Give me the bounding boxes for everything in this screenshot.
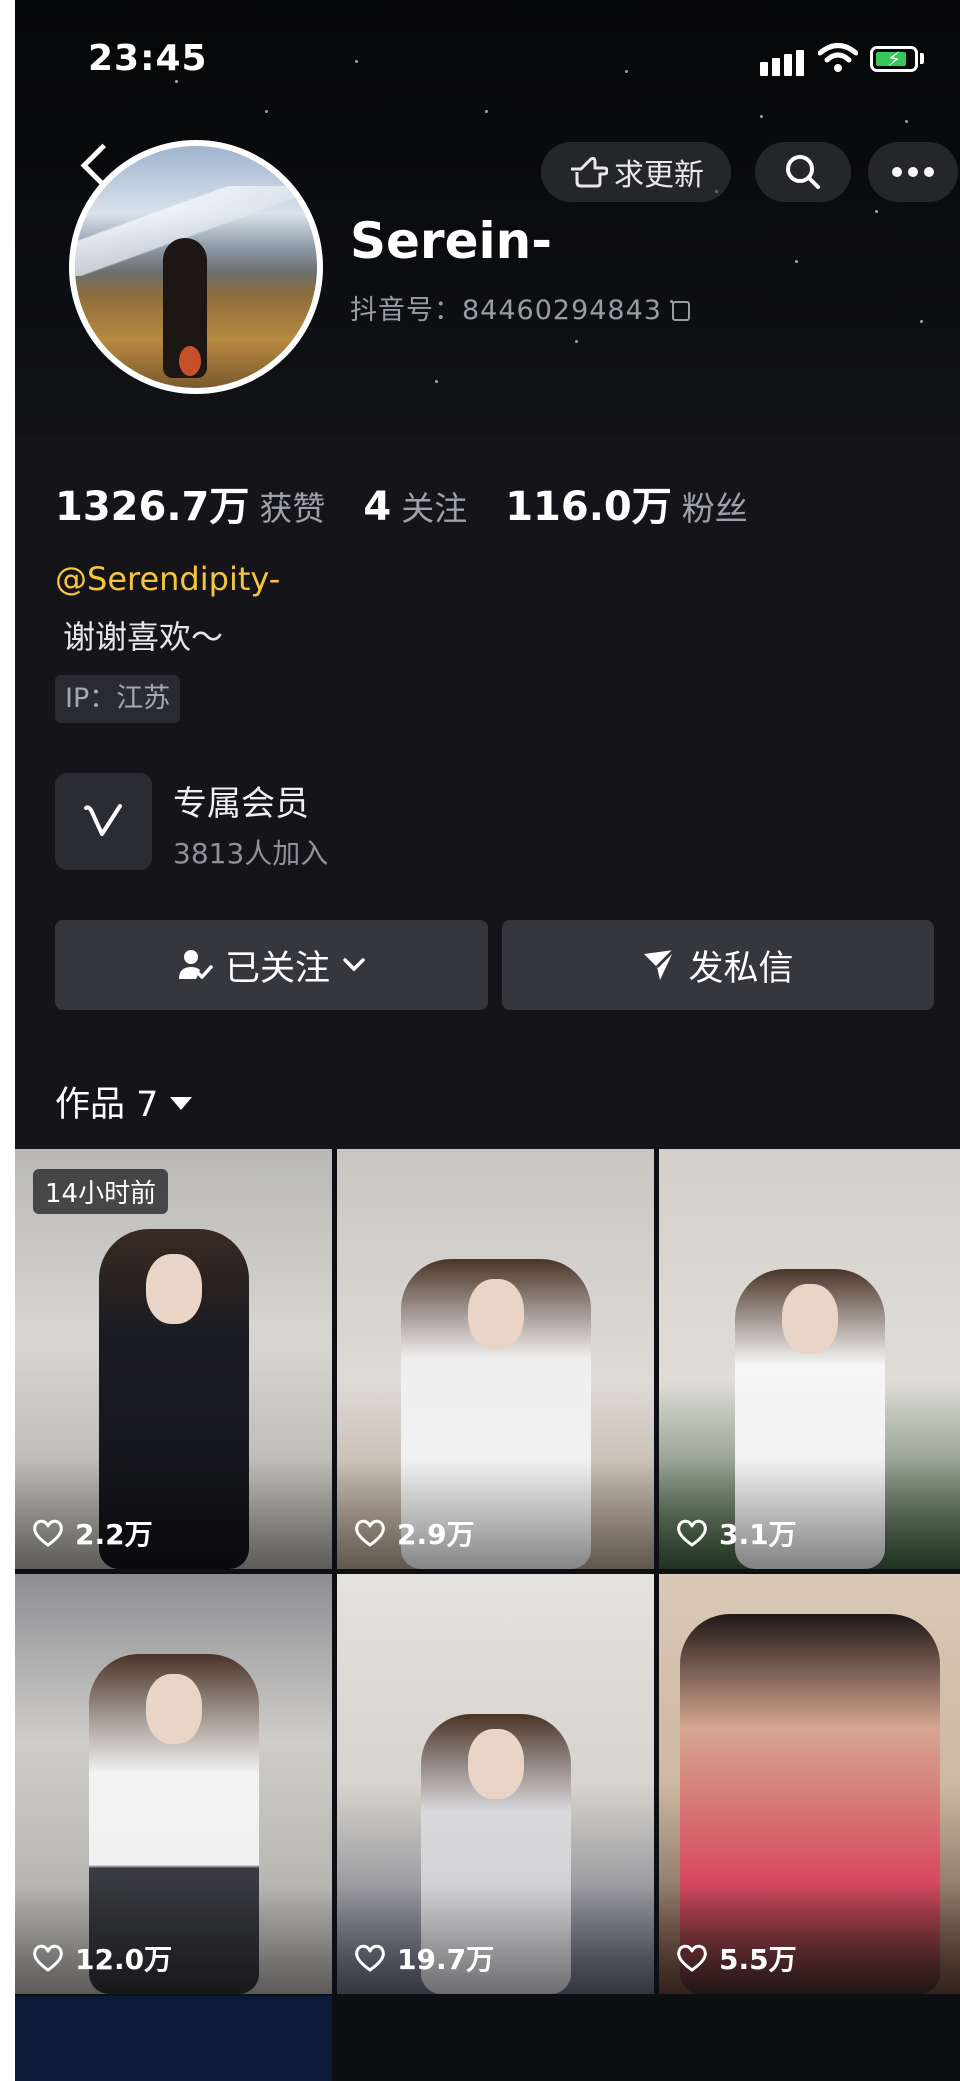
following-label[interactable]: 关注 (401, 482, 467, 530)
v-member-icon (83, 803, 122, 836)
profile-handle[interactable]: @Serendipity- (55, 560, 280, 598)
like-count: 3.1万 (719, 1518, 797, 1551)
ip-location-tag: IP：江苏 (55, 675, 181, 723)
douyin-id-label: 抖音号： (350, 295, 462, 326)
video-thumbnail[interactable]: 12.0万 (15, 1574, 332, 1994)
like-count: 5.5万 (719, 1943, 797, 1976)
video-thumbnail[interactable]: 5.5万 (659, 1574, 960, 1994)
video-grid: 14小时前 2.2万 2.9万 3.1万 12.0万 19.7万 5.5万 (15, 1149, 960, 2081)
pointing-hand-icon (571, 156, 608, 188)
user-check-icon (178, 950, 213, 979)
more-button[interactable] (868, 142, 958, 202)
followers-label[interactable]: 粉丝 (682, 482, 748, 530)
profile-name: Serein- (350, 212, 552, 270)
heart-icon (33, 1944, 63, 1972)
heart-icon (355, 1519, 385, 1547)
douyin-id-value: 84460294843 (462, 295, 662, 326)
likes-count: 1326.7万 (55, 484, 250, 530)
douyin-id: 抖音号：84460294843 (350, 288, 690, 327)
video-thumbnail[interactable]: 2.9万 (337, 1149, 654, 1569)
following-count[interactable]: 4 (363, 484, 391, 530)
followers-count[interactable]: 116.0万 (505, 474, 672, 532)
request-update-button[interactable]: 求更新 (541, 142, 731, 202)
chevron-down-icon (343, 958, 365, 972)
profile-screen: 23:45 ⚡ 求更新 Serein- 抖音号：84460294843 1326… (15, 0, 960, 2081)
works-tab[interactable]: 作品 7 (55, 1076, 193, 1127)
status-time: 23:45 (88, 38, 208, 79)
heart-icon (355, 1944, 385, 1972)
wifi-icon (818, 43, 858, 72)
like-count: 2.2万 (75, 1518, 153, 1551)
membership-subtitle: 3813人加入 (173, 837, 329, 870)
search-button[interactable] (755, 142, 851, 202)
heart-icon (677, 1944, 707, 1972)
membership-card[interactable] (55, 773, 152, 870)
membership-title[interactable]: 专属会员 (173, 776, 309, 825)
profile-header: 23:45 ⚡ 求更新 Serein- 抖音号：84460294843 (15, 0, 960, 435)
battery-icon: ⚡ (870, 46, 918, 72)
profile-stats: 1326.7万 获赞 4 关注 116.0万 粉丝 (55, 474, 786, 532)
video-thumbnail[interactable]: 19.7万 (337, 1574, 654, 1994)
likes-label: 获赞 (259, 489, 326, 528)
following-button[interactable]: 已关注 (55, 920, 488, 1010)
time-badge: 14小时前 (33, 1169, 169, 1214)
more-icon (892, 167, 934, 177)
triangle-down-icon (170, 1097, 193, 1110)
message-button-label: 发私信 (688, 948, 794, 989)
video-thumbnail-partial[interactable] (15, 1996, 332, 2081)
request-update-label: 求更新 (614, 158, 704, 193)
video-thumbnail[interactable]: 3.1万 (659, 1149, 960, 1569)
profile-bio: 谢谢喜欢～ (63, 618, 224, 656)
message-button[interactable]: 发私信 (502, 920, 934, 1010)
video-thumbnail[interactable]: 14小时前 2.2万 (15, 1149, 332, 1569)
like-count: 2.9万 (397, 1518, 475, 1551)
send-icon (644, 948, 676, 980)
following-button-label: 已关注 (224, 948, 330, 989)
search-icon (786, 155, 820, 189)
like-count: 19.7万 (397, 1943, 495, 1976)
like-count: 12.0万 (75, 1943, 173, 1976)
works-tab-label: 作品 7 (55, 1085, 159, 1125)
heart-icon (33, 1519, 63, 1547)
heart-icon (677, 1519, 707, 1547)
copy-icon[interactable] (671, 301, 690, 321)
